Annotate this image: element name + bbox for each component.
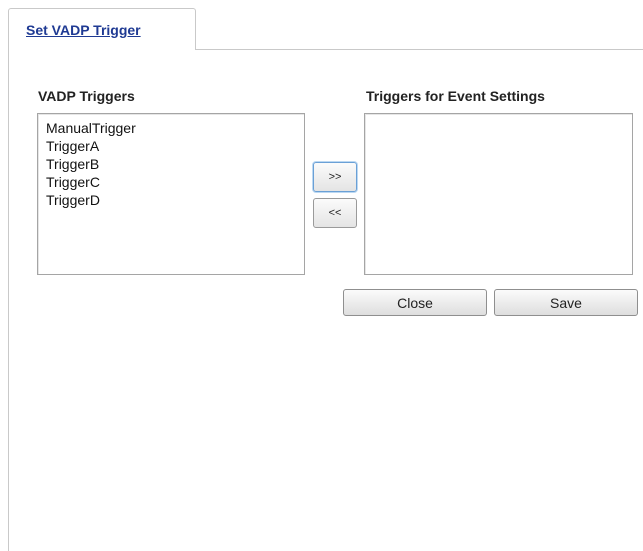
list-item[interactable]: TriggerD: [46, 191, 304, 209]
tab-label[interactable]: Set VADP Trigger: [26, 22, 141, 38]
event-triggers-listbox[interactable]: [364, 113, 633, 275]
remove-trigger-button[interactable]: <<: [313, 198, 357, 228]
vadp-triggers-title: VADP Triggers: [38, 88, 135, 104]
close-button[interactable]: Close: [343, 289, 487, 316]
save-button[interactable]: Save: [494, 289, 638, 316]
vadp-triggers-listbox[interactable]: ManualTrigger TriggerA TriggerB TriggerC Tri…: [37, 113, 305, 275]
add-trigger-button[interactable]: >>: [313, 162, 357, 192]
list-item[interactable]: TriggerB: [46, 155, 304, 173]
tab-set-vadp-trigger[interactable]: Set VADP Trigger: [8, 8, 196, 50]
list-item[interactable]: TriggerC: [46, 173, 304, 191]
event-triggers-title: Triggers for Event Settings: [366, 88, 545, 104]
list-item[interactable]: TriggerA: [46, 137, 304, 155]
set-vadp-trigger-page: Set VADP Trigger VADP Triggers Triggers …: [0, 0, 643, 551]
event-triggers-list: [365, 114, 632, 119]
list-item[interactable]: ManualTrigger: [46, 119, 304, 137]
vadp-triggers-list: ManualTrigger TriggerA TriggerB TriggerC Tri…: [38, 114, 304, 209]
